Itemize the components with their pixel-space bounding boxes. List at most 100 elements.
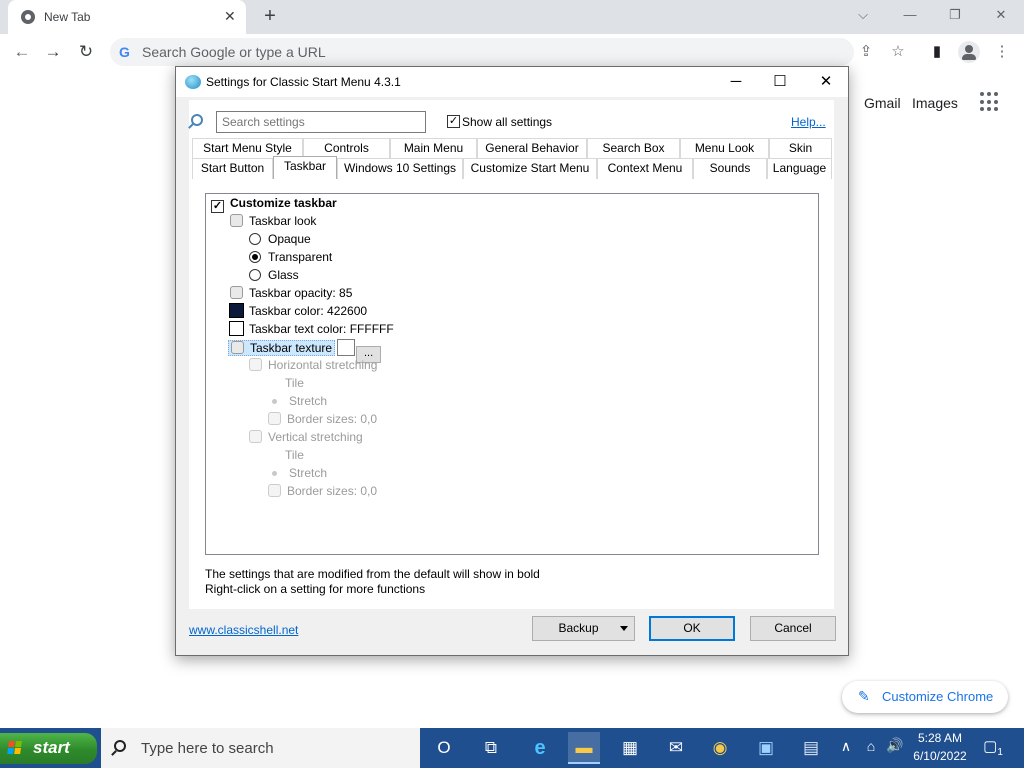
chrome-toolbar: ← → ↻ G Search Google or type a URL ⇪ ☆ … <box>0 34 1024 70</box>
classicshell-website-link[interactable]: www.classicshell.net <box>189 623 298 637</box>
network-icon[interactable]: ⌂ <box>861 738 881 754</box>
start-label: start <box>33 738 70 757</box>
side-panel-icon[interactable]: ▮ <box>926 41 948 63</box>
window-close-button[interactable]: ✕ <box>989 4 1013 26</box>
tab-language[interactable]: Language <box>767 158 832 179</box>
profile-avatar-icon[interactable] <box>958 41 980 63</box>
tab-menu-look[interactable]: Menu Look <box>680 138 769 159</box>
task-view-icon[interactable]: ⧉ <box>475 732 507 764</box>
clock-date[interactable]: 6/10/2022 <box>908 749 972 763</box>
tab-general-behavior[interactable]: General Behavior <box>477 138 587 159</box>
tab-main-menu[interactable]: Main Menu <box>390 138 477 159</box>
chrome-favicon-icon <box>21 10 35 24</box>
gmail-link[interactable]: Gmail <box>864 95 901 111</box>
vertical-stretch-item: Stretch <box>268 465 327 482</box>
vertical-border-item: Border sizes: 0,0 <box>268 483 377 500</box>
taskbar-look-item[interactable]: Taskbar look <box>230 213 316 230</box>
horizontal-tile-label: Tile <box>285 376 304 390</box>
horizontal-border-item: Border sizes: 0,0 <box>268 411 377 428</box>
tab-start-button[interactable]: Start Button <box>192 158 273 179</box>
glass-label: Glass <box>268 268 299 282</box>
document-app-icon[interactable]: ▤ <box>795 732 827 764</box>
tab-new-tab[interactable]: New Tab ✕ <box>8 0 246 34</box>
dialog-close-button[interactable]: ✕ <box>806 69 846 95</box>
customize-taskbar-checkbox[interactable]: ✓ <box>211 200 224 213</box>
tab-search-box[interactable]: Search Box <box>587 138 680 159</box>
dialog-title-bar[interactable]: Settings for Classic Start Menu 4.3.1 ─ … <box>176 67 848 97</box>
search-icon <box>114 740 126 752</box>
search-icon <box>191 114 203 126</box>
images-link[interactable]: Images <box>912 95 958 111</box>
dialog-minimize-button[interactable]: ─ <box>716 69 756 95</box>
cancel-button[interactable]: Cancel <box>750 616 836 641</box>
notification-center-icon[interactable]: ▢1 <box>982 737 1004 758</box>
app-window-icon[interactable]: ▣ <box>750 732 782 764</box>
opaque-radio[interactable] <box>249 233 261 245</box>
taskbar: start Type here to search O ⧉ e ▬ ▦ ✉ ◉ … <box>0 728 1024 768</box>
tab-search-icon[interactable]: ⌵ <box>851 4 875 26</box>
vertical-tile-item: Tile <box>268 447 304 464</box>
microsoft-store-icon[interactable]: ▦ <box>614 732 646 764</box>
reload-button[interactable]: ↻ <box>74 40 98 64</box>
back-button[interactable]: ← <box>10 40 34 64</box>
chrome-menu-icon[interactable]: ⋮ <box>991 41 1013 63</box>
customize-chrome-button[interactable]: ✎ Customize Chrome <box>842 681 1008 713</box>
mail-icon[interactable]: ✉ <box>660 732 692 764</box>
taskbar-texture-field[interactable] <box>337 339 356 356</box>
settings-tree: ✓ Customize taskbar Taskbar look Opaque T… <box>205 193 819 555</box>
start-button[interactable]: start <box>0 733 97 764</box>
tab-customize-start-menu[interactable]: Customize Start Menu <box>463 158 597 179</box>
tab-sounds[interactable]: Sounds <box>693 158 767 179</box>
settings-gear-icon <box>249 358 262 371</box>
file-explorer-icon[interactable]: ▬ <box>568 732 600 764</box>
forward-button[interactable]: → <box>41 40 65 64</box>
window-minimize-button[interactable]: — <box>898 4 922 26</box>
settings-gear-icon <box>230 214 243 227</box>
tab-close-icon[interactable]: ✕ <box>224 7 236 25</box>
new-tab-button[interactable]: + <box>258 4 282 28</box>
taskbar-texture-item[interactable]: Taskbar texture... <box>228 339 382 363</box>
chrome-icon[interactable]: ◉ <box>704 732 736 764</box>
ok-button[interactable]: OK <box>649 616 735 641</box>
taskbar-opacity-label: Taskbar opacity: 85 <box>249 286 353 300</box>
cortana-icon[interactable]: O <box>428 732 460 764</box>
transparent-radio[interactable] <box>249 251 261 263</box>
taskbar-text-color-item[interactable]: Taskbar text color: FFFFFF <box>229 321 394 338</box>
transparent-radio-item[interactable]: Transparent <box>249 249 332 266</box>
customize-taskbar-item[interactable]: ✓ Customize taskbar <box>211 195 337 213</box>
opaque-radio-item[interactable]: Opaque <box>249 231 311 248</box>
tab-title: New Tab <box>44 10 91 24</box>
dialog-title: Settings for Classic Start Menu 4.3.1 <box>206 75 401 89</box>
tab-skin[interactable]: Skin <box>769 138 832 159</box>
tab-taskbar[interactable]: Taskbar <box>273 156 337 179</box>
tab-windows-10-settings[interactable]: Windows 10 Settings <box>337 158 463 179</box>
tab-context-menu[interactable]: Context Menu <box>597 158 693 179</box>
show-hidden-icons-chevron-icon[interactable]: ∧ <box>838 738 854 755</box>
horizontal-stretch-label: Stretch <box>289 394 328 408</box>
window-restore-button[interactable]: ❐ <box>943 4 967 26</box>
dialog-maximize-button[interactable]: ☐ <box>760 69 800 95</box>
help-link[interactable]: Help... <box>791 115 826 129</box>
taskbar-opacity-item[interactable]: Taskbar opacity: 85 <box>230 285 352 302</box>
settings-dialog: Settings for Classic Start Menu 4.3.1 ─ … <box>175 66 849 656</box>
show-all-settings-checkbox[interactable]: ✓ <box>447 115 460 128</box>
notification-count: 1 <box>997 747 1003 758</box>
glass-radio[interactable] <box>249 269 261 281</box>
glass-radio-item[interactable]: Glass <box>249 267 299 284</box>
radio-dot-icon <box>272 470 277 476</box>
backup-button[interactable]: Backup <box>532 616 635 641</box>
search-settings-input[interactable] <box>216 111 426 133</box>
volume-icon[interactable]: 🔊 <box>884 737 906 754</box>
classic-shell-icon <box>185 75 201 89</box>
taskbar-color-item[interactable]: Taskbar color: 422600 <box>229 303 367 320</box>
clock-time[interactable]: 5:28 AM <box>908 731 972 745</box>
settings-tabs: Start Menu Style Controls Main Menu Gene… <box>189 138 834 179</box>
bookmark-star-icon[interactable]: ☆ <box>887 41 909 63</box>
share-icon[interactable]: ⇪ <box>855 41 877 63</box>
settings-gear-icon <box>268 412 281 425</box>
edge-icon[interactable]: e <box>524 732 556 764</box>
taskbar-search-box[interactable]: Type here to search <box>101 728 420 768</box>
horizontal-stretch-item: Stretch <box>268 393 327 410</box>
google-apps-icon[interactable] <box>980 92 1000 112</box>
address-bar[interactable]: G Search Google or type a URL <box>110 38 854 66</box>
